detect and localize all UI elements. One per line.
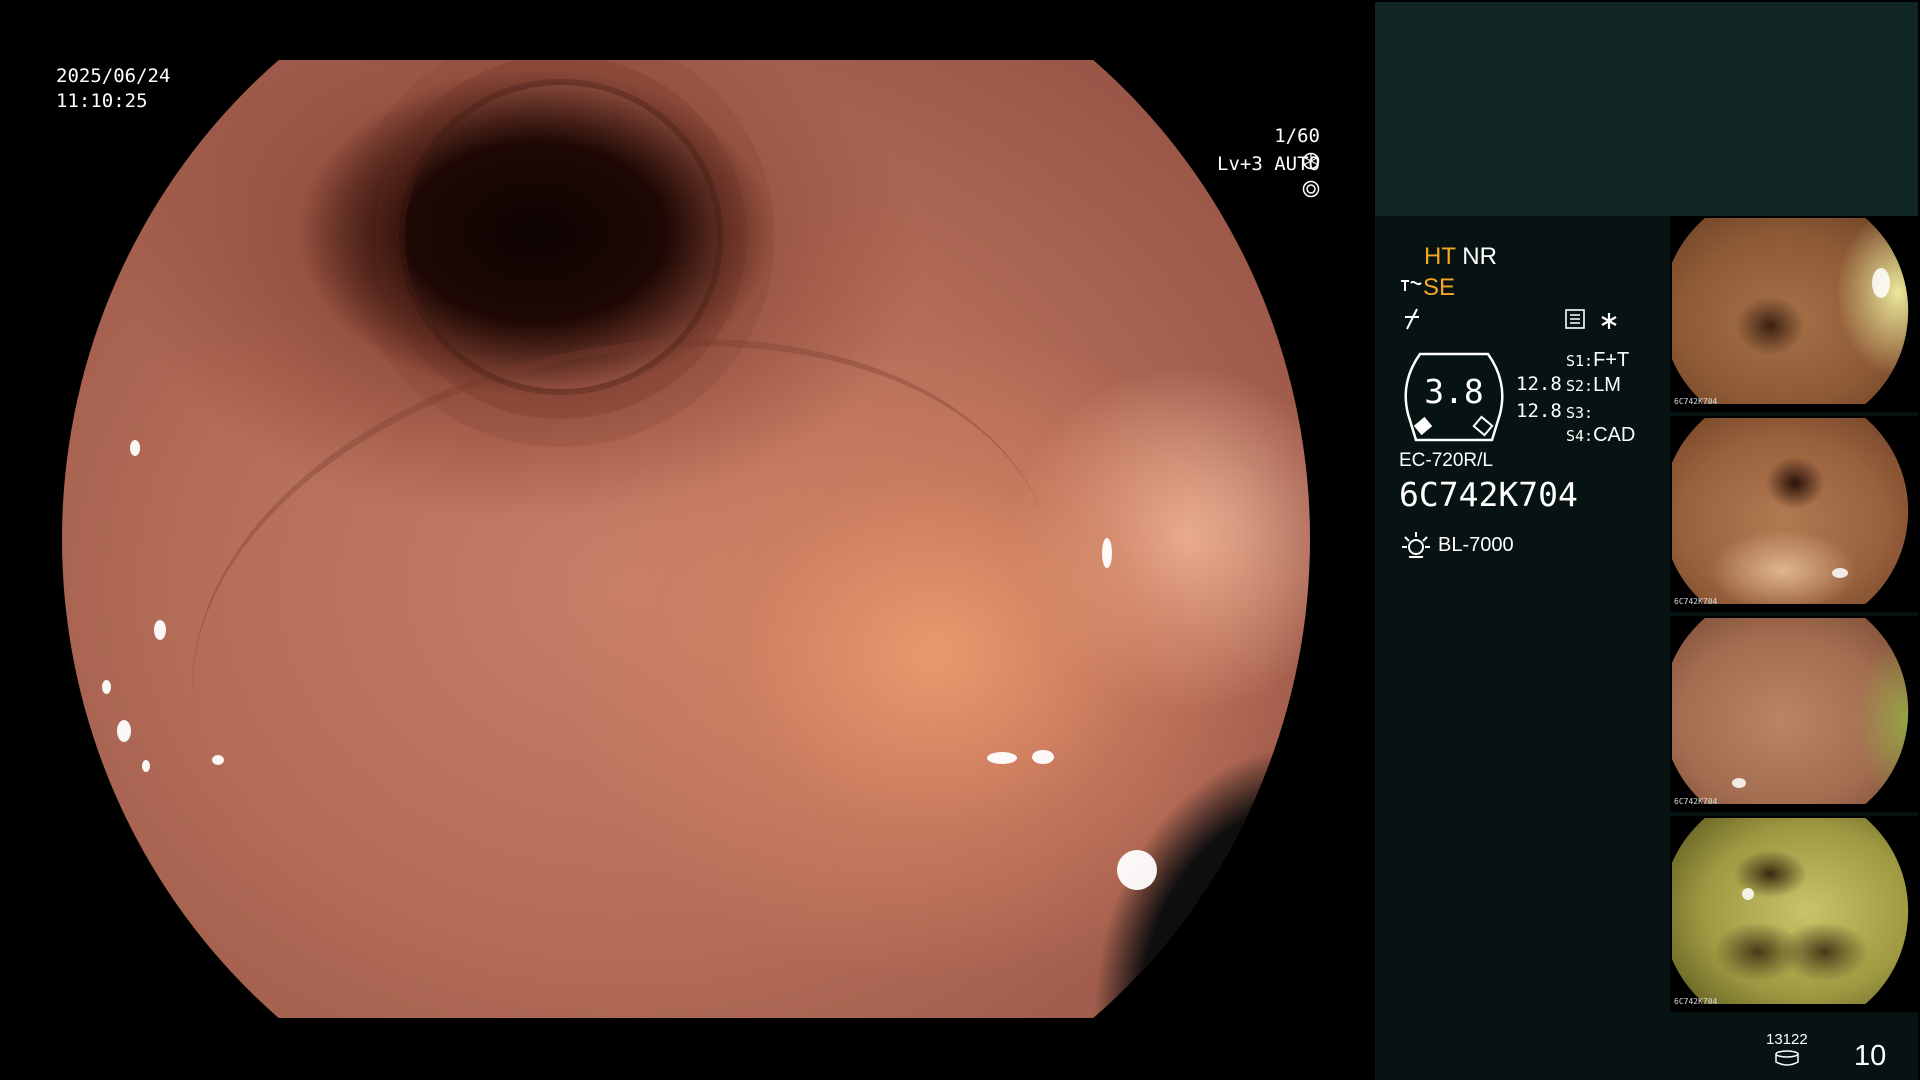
specular-highlight: [154, 620, 166, 640]
thumbnail-caption: 6C742K704: [1674, 997, 1718, 1006]
specular-highlight: [1872, 268, 1890, 298]
exam-date: 2025/06/24: [56, 65, 171, 87]
specular-highlight: [1117, 850, 1157, 890]
specular-highlight: [987, 752, 1017, 764]
record-icon: [1565, 309, 1585, 329]
thumbnail-caption: 6C742K704: [1674, 397, 1718, 406]
mode-ht-nr: HT NR: [1424, 243, 1497, 271]
specular-highlight: [102, 680, 111, 694]
preset-s4: S4:CAD: [1566, 424, 1636, 446]
thumbnail-caption: 6C742K704: [1674, 797, 1718, 806]
thumbnail-caption: 6C742K704: [1674, 597, 1718, 606]
specular-highlight: [1832, 568, 1848, 578]
gauge-readout-bottom: 12.8: [1516, 400, 1562, 422]
thumbnail-image: [1672, 418, 1909, 604]
specular-highlight: [1102, 538, 1112, 568]
asterisk-icon: [1601, 313, 1617, 329]
preset-s2: S2:LM: [1566, 374, 1621, 396]
capture-thumbnail[interactable]: 6C742K704: [1670, 816, 1920, 1012]
gauge-readout-top: 12.8: [1516, 373, 1562, 395]
se-indicator: SE: [1423, 274, 1456, 301]
iris-icon: [1302, 180, 1320, 198]
preset-s1: S1:F+T: [1566, 349, 1630, 371]
thumbnail-image: [1672, 818, 1909, 1004]
nr-indicator: NR: [1462, 243, 1497, 270]
endoscope-image: [62, 60, 1310, 1018]
preset-s3: S3:: [1566, 404, 1594, 422]
storage-icon: [1775, 1050, 1799, 1066]
capture-thumbnail[interactable]: 6C742K704: [1670, 616, 1920, 812]
light-source-model: BL-7000: [1438, 534, 1514, 556]
thumbnail-image: [1672, 218, 1909, 404]
iris-mode: Lv+3 AUTO: [1217, 153, 1320, 175]
gauge-value: 3.8: [1424, 372, 1484, 411]
storage-count: 13122: [1766, 1031, 1808, 1048]
thumbnail-image: [1672, 618, 1909, 804]
capture-thumbnail[interactable]: 6C742K704: [1670, 216, 1920, 412]
filter-icon: [1405, 308, 1419, 330]
specular-highlight: [212, 755, 224, 765]
mode-se: SE: [1399, 274, 1455, 302]
specular-highlight: [142, 760, 150, 772]
specular-highlight: [117, 720, 131, 742]
ht-indicator: HT: [1424, 243, 1456, 270]
iris-row: Lv+3 AUTO: [1171, 127, 1320, 227]
scope-cap-shadow: [835, 462, 1310, 1018]
capture-thumbnail[interactable]: 6C742K704: [1670, 416, 1920, 612]
image-count: 10: [1854, 1040, 1887, 1072]
scope-serial: 6C742K704: [1399, 475, 1578, 514]
specular-highlight: [104, 790, 114, 808]
specular-highlight: [1742, 888, 1754, 900]
scope-model: EC-720R/L: [1399, 450, 1493, 471]
lumen: [398, 79, 724, 396]
exam-time: 11:10:25: [56, 90, 148, 112]
specular-highlight: [1732, 778, 1746, 788]
light-source-icon: [1402, 532, 1430, 558]
specular-highlight: [130, 440, 140, 456]
endoscope-live-view: 2025/06/24 11:10:25 1/60 Lv+3 AUTO: [0, 0, 1372, 1080]
specular-highlight: [1032, 750, 1054, 764]
se-mode-icon: [1401, 280, 1422, 291]
panel-header: [1375, 2, 1918, 216]
